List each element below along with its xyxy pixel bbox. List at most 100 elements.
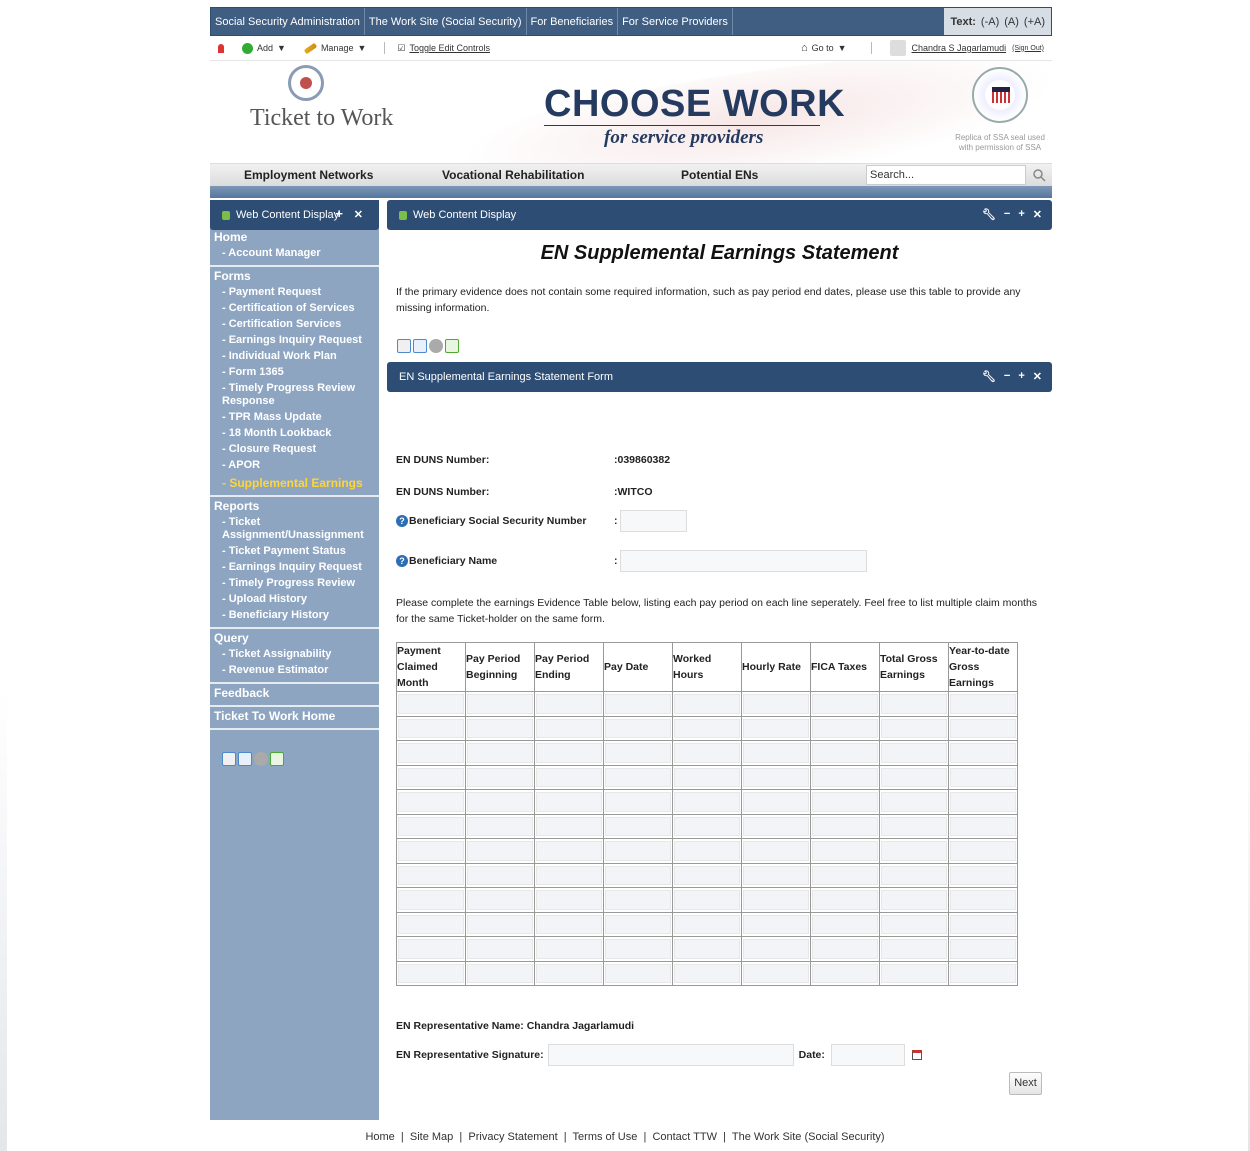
table-cell-input[interactable] <box>674 865 740 885</box>
table-cell-input[interactable] <box>812 743 878 763</box>
table-cell-input[interactable] <box>950 865 1016 885</box>
sidebar-item[interactable]: - Beneficiary History <box>210 607 379 623</box>
table-cell-input[interactable] <box>950 694 1016 714</box>
table-cell-input[interactable] <box>881 718 947 738</box>
table-cell-input[interactable] <box>881 694 947 714</box>
table-cell-input[interactable] <box>398 718 464 738</box>
table-cell-input[interactable] <box>812 767 878 787</box>
sidebar-section-title[interactable]: Ticket To Work Home <box>210 708 379 724</box>
minimize-icon[interactable]: − <box>1004 370 1010 383</box>
sidebar-item[interactable]: - Revenue Estimator <box>210 662 379 678</box>
table-cell-input[interactable] <box>398 694 464 714</box>
table-cell-input[interactable] <box>743 939 809 959</box>
table-cell-input[interactable] <box>674 792 740 812</box>
maximize-icon[interactable]: + <box>335 206 343 221</box>
table-cell-input[interactable] <box>467 718 533 738</box>
link-ssa[interactable]: Social Security Administration <box>211 8 365 35</box>
table-cell-input[interactable] <box>743 914 809 934</box>
footer-link[interactable]: Site Map <box>410 1131 453 1143</box>
link-service-providers[interactable]: For Service Providers <box>618 8 733 35</box>
close-icon[interactable]: ✕ <box>354 208 363 221</box>
sidebar-section-title[interactable]: Home <box>210 229 379 245</box>
table-cell-input[interactable] <box>881 865 947 885</box>
toggle-edit-controls[interactable]: ☑ Toggle Edit Controls <box>397 43 490 54</box>
table-cell-input[interactable] <box>674 914 740 934</box>
table-cell-input[interactable] <box>674 767 740 787</box>
table-cell-input[interactable] <box>881 841 947 861</box>
table-cell-input[interactable] <box>467 841 533 861</box>
close-icon[interactable]: ✕ <box>1033 208 1042 221</box>
table-cell-input[interactable] <box>467 694 533 714</box>
footer-link[interactable]: The Work Site (Social Security) <box>732 1131 885 1143</box>
pin-button[interactable] <box>218 43 224 53</box>
table-cell-input[interactable] <box>398 939 464 959</box>
table-cell-input[interactable] <box>605 694 671 714</box>
sidebar-item[interactable]: - Form 1365 <box>210 364 379 380</box>
table-cell-input[interactable] <box>743 792 809 812</box>
table-cell-input[interactable] <box>743 890 809 910</box>
table-cell-input[interactable] <box>467 865 533 885</box>
table-cell-input[interactable] <box>743 841 809 861</box>
table-cell-input[interactable] <box>398 890 464 910</box>
footer-link[interactable]: Home <box>365 1131 394 1143</box>
table-cell-input[interactable] <box>467 890 533 910</box>
table-cell-input[interactable] <box>467 743 533 763</box>
nav-potential-ens[interactable]: Potential ENs <box>681 168 758 182</box>
table-cell-input[interactable] <box>536 694 602 714</box>
table-cell-input[interactable] <box>812 792 878 812</box>
signature-input[interactable] <box>547 1044 794 1066</box>
sidebar-item[interactable]: - Account Manager <box>210 245 379 261</box>
sidebar-section-title[interactable]: Query <box>210 630 379 646</box>
sidebar-item[interactable]: - APOR <box>210 457 379 473</box>
ssn-input[interactable] <box>619 510 687 532</box>
table-cell-input[interactable] <box>674 963 740 983</box>
nav-employment-networks[interactable]: Employment Networks <box>244 168 373 182</box>
sidebar-item[interactable]: - Ticket Assignment/Unassignment <box>210 514 379 543</box>
table-cell-input[interactable] <box>605 865 671 885</box>
table-cell-input[interactable] <box>536 816 602 836</box>
sidebar-item-active[interactable]: - Supplemental Earnings <box>210 473 379 491</box>
table-cell-input[interactable] <box>605 890 671 910</box>
table-cell-input[interactable] <box>950 767 1016 787</box>
wrench-icon[interactable]: 🔧︎ <box>982 208 996 221</box>
table-cell-input[interactable] <box>881 792 947 812</box>
table-cell-input[interactable] <box>812 816 878 836</box>
table-cell-input[interactable] <box>467 792 533 812</box>
gear-icon[interactable] <box>254 752 268 766</box>
table-cell-input[interactable] <box>398 816 464 836</box>
table-cell-input[interactable] <box>812 718 878 738</box>
table-cell-input[interactable] <box>950 963 1016 983</box>
sidebar-item[interactable]: - Certification of Services <box>210 300 379 316</box>
sidebar-item[interactable]: - Earnings Inquiry Request <box>210 559 379 575</box>
wrench-icon[interactable]: 🔧︎ <box>982 370 996 383</box>
next-button[interactable]: Next <box>1009 1072 1042 1095</box>
table-cell-input[interactable] <box>881 743 947 763</box>
table-cell-input[interactable] <box>812 939 878 959</box>
table-cell-input[interactable] <box>950 939 1016 959</box>
sidebar-item[interactable]: - TPR Mass Update <box>210 409 379 425</box>
table-cell-input[interactable] <box>536 767 602 787</box>
gear-icon[interactable] <box>429 339 443 353</box>
table-cell-input[interactable] <box>536 865 602 885</box>
table-cell-input[interactable] <box>950 914 1016 934</box>
table-cell-input[interactable] <box>881 890 947 910</box>
text-size-smaller[interactable]: (-A) <box>981 16 999 28</box>
table-cell-input[interactable] <box>674 939 740 959</box>
table-cell-input[interactable] <box>743 767 809 787</box>
table-cell-input[interactable] <box>743 816 809 836</box>
table-cell-input[interactable] <box>536 743 602 763</box>
table-cell-input[interactable] <box>950 816 1016 836</box>
sidebar-section-title[interactable]: Reports <box>210 498 379 514</box>
table-cell-input[interactable] <box>605 718 671 738</box>
edit-icon[interactable] <box>222 752 236 766</box>
footer-link[interactable]: Privacy Statement <box>468 1131 557 1143</box>
table-cell-input[interactable] <box>881 816 947 836</box>
sidebar-item[interactable]: - Upload History <box>210 591 379 607</box>
table-cell-input[interactable] <box>743 865 809 885</box>
table-cell-input[interactable] <box>605 963 671 983</box>
table-cell-input[interactable] <box>950 841 1016 861</box>
table-cell-input[interactable] <box>881 963 947 983</box>
add-menu[interactable]: Add ▼ <box>242 42 286 54</box>
table-cell-input[interactable] <box>398 841 464 861</box>
table-cell-input[interactable] <box>950 890 1016 910</box>
